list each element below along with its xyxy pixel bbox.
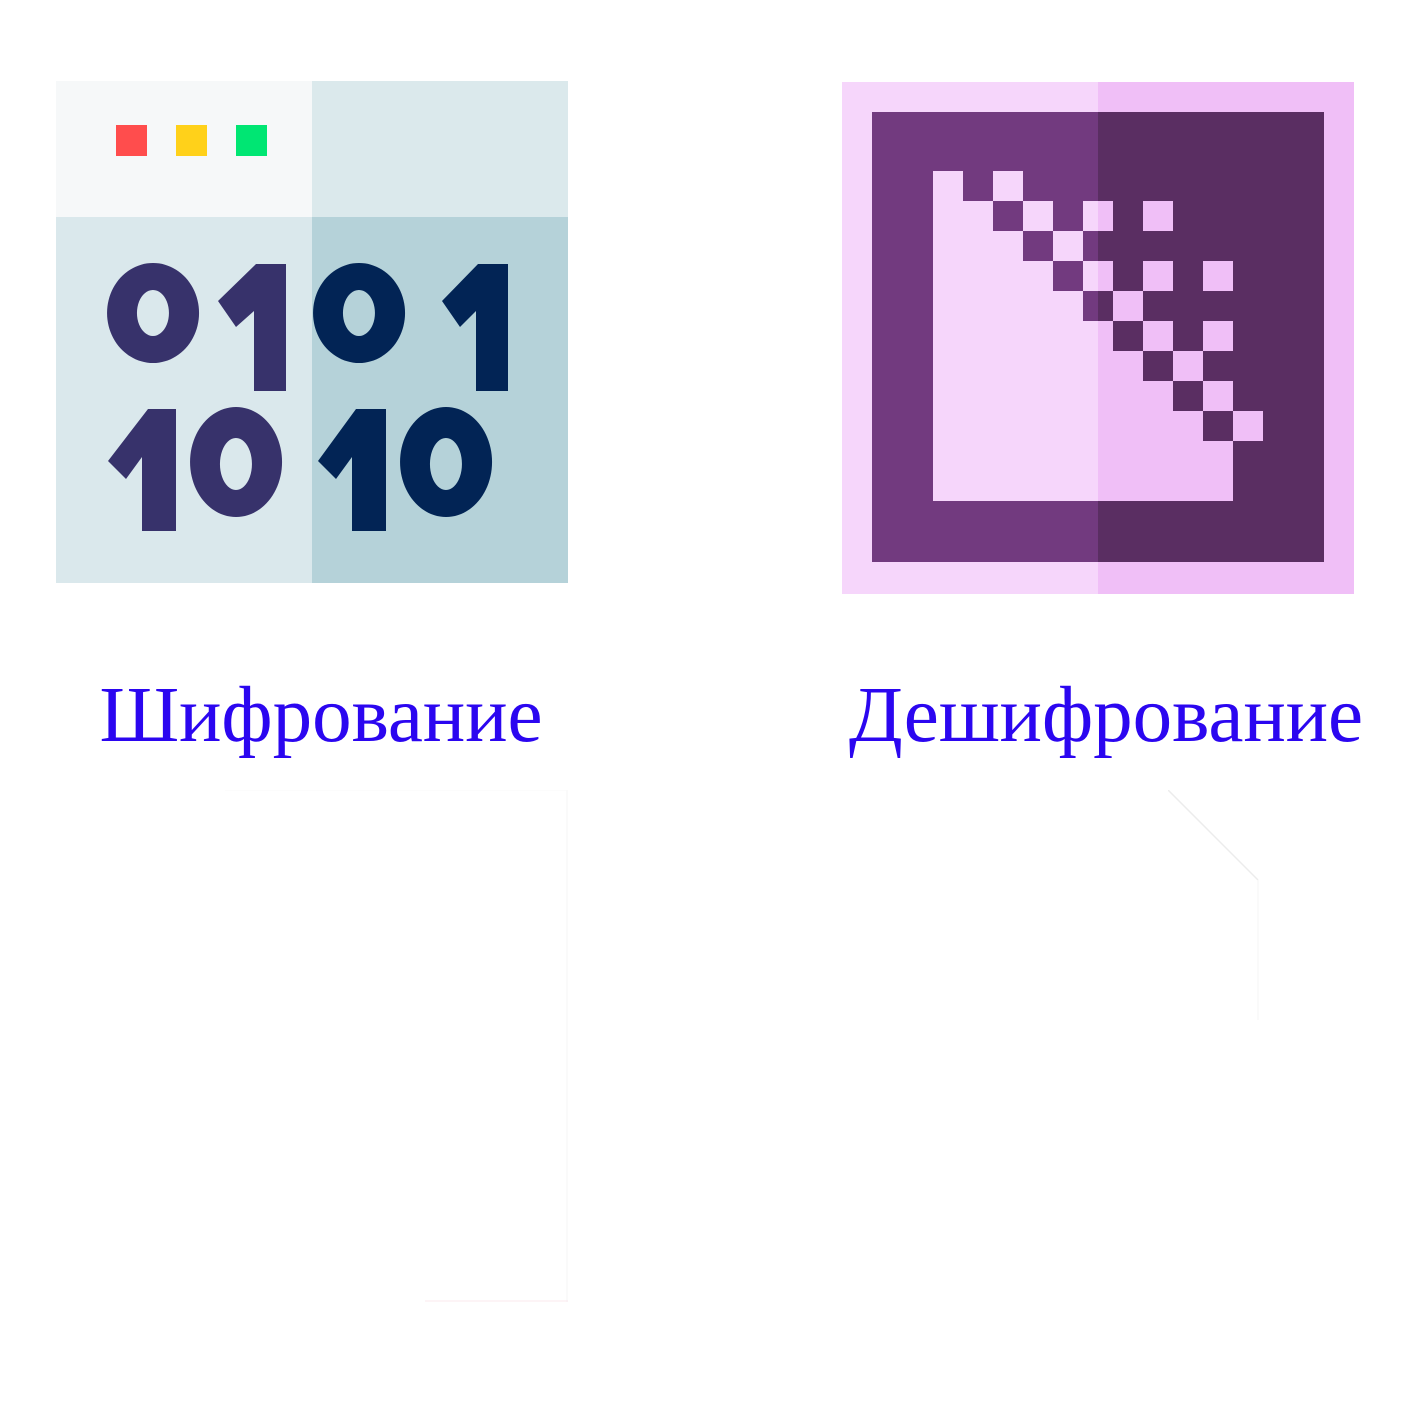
decrypt-icon-button[interactable]	[842, 82, 1354, 594]
encrypt-icon-button[interactable]	[56, 81, 568, 583]
decrypt-label[interactable]: Дешифрование	[800, 666, 1412, 766]
encrypt-label[interactable]: Шифрование	[56, 666, 586, 766]
titlebar-right	[312, 81, 568, 217]
green-dot-icon	[236, 125, 267, 156]
faint-diagonal-remnant	[1168, 790, 1259, 1020]
faint-frame-remnant	[225, 790, 568, 1302]
binary-window-icon	[56, 81, 568, 583]
pixel-document-icon	[842, 82, 1354, 594]
red-dot-icon	[116, 125, 147, 156]
yellow-dot-icon	[176, 125, 207, 156]
